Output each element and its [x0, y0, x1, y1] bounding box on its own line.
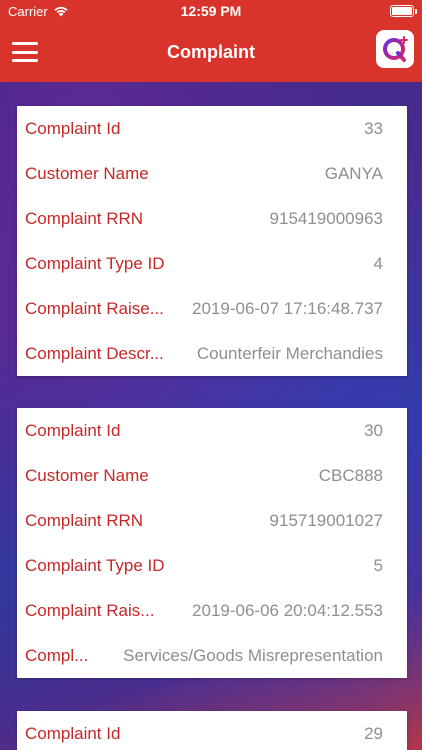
row-label: Complaint Descr...	[25, 343, 164, 363]
complaint-rrn-row: Complaint RRN 915419000963	[17, 196, 407, 241]
row-label: Complaint Type ID	[25, 555, 165, 575]
row-label: Customer Name	[25, 465, 149, 485]
row-label: Complaint Type ID	[25, 253, 165, 273]
row-label: Complaint Raise...	[25, 298, 164, 318]
row-value: 915419000963	[269, 208, 383, 228]
complaint-id-row: Complaint Id 33	[17, 106, 407, 151]
row-label: Complaint Id	[25, 723, 121, 743]
row-value: Counterfeir Merchandies	[196, 343, 383, 363]
hamburger-menu-icon[interactable]	[12, 42, 38, 62]
row-label: Complaint Id	[25, 420, 121, 440]
complaint-description-row: Complaint Descr... Counterfeir Merchandi…	[17, 331, 407, 376]
complaint-card[interactable]: Complaint Id 30 Customer Name CBC888 Com…	[17, 408, 407, 678]
row-label: Complaint Rais...	[25, 600, 155, 620]
row-label: Complaint Id	[25, 118, 121, 138]
complaint-description-row: Compl... Services/Goods Misrepresentatio…	[17, 633, 407, 678]
battery-icon	[390, 5, 417, 17]
row-label: Complaint RRN	[25, 510, 144, 530]
row-value: 5	[373, 555, 383, 575]
row-value: Services/Goods Misrepresentation	[123, 645, 383, 665]
row-value: GANYA	[324, 163, 383, 183]
complaint-id-row: Complaint Id 30	[17, 408, 407, 453]
complaint-card[interactable]: Complaint Id 33 Customer Name GANYA Comp…	[17, 106, 407, 376]
q-app-logo-icon[interactable]	[376, 30, 414, 68]
complaint-id-row: Complaint Id 29	[17, 711, 407, 750]
row-value: 4	[373, 253, 383, 273]
row-value: 915719001027	[269, 510, 383, 530]
nav-bar: Complaint	[0, 22, 422, 82]
complaint-raised-row: Complaint Raise... 2019-06-07 17:16:48.7…	[17, 286, 407, 331]
status-left: Carrier	[8, 4, 69, 19]
complaint-raised-row: Complaint Rais... 2019-06-06 20:04:12.55…	[17, 588, 407, 633]
row-value: 2019-06-07 17:16:48.737	[192, 298, 383, 318]
row-value: 30	[364, 420, 383, 440]
row-label: Compl...	[25, 645, 89, 665]
complaint-type-row: Complaint Type ID 4	[17, 241, 407, 286]
row-value: CBC888	[318, 465, 383, 485]
customer-name-row: Customer Name GANYA	[17, 151, 407, 196]
row-value: 33	[364, 118, 383, 138]
row-value: 29	[364, 723, 383, 743]
complaint-rrn-row: Complaint RRN 915719001027	[17, 498, 407, 543]
complaint-type-row: Complaint Type ID 5	[17, 543, 407, 588]
wifi-icon	[54, 6, 68, 17]
complaint-card[interactable]: Complaint Id 29	[17, 711, 407, 750]
row-value: 2019-06-06 20:04:12.553	[192, 600, 383, 620]
carrier-label: Carrier	[8, 3, 48, 19]
row-label: Customer Name	[25, 163, 149, 183]
customer-name-row: Customer Name CBC888	[17, 453, 407, 498]
complaint-list[interactable]: Complaint Id 33 Customer Name GANYA Comp…	[0, 82, 422, 750]
status-bar: Carrier 12:59 PM	[0, 0, 422, 22]
page-title: Complaint	[167, 41, 255, 62]
row-label: Complaint RRN	[25, 208, 144, 228]
